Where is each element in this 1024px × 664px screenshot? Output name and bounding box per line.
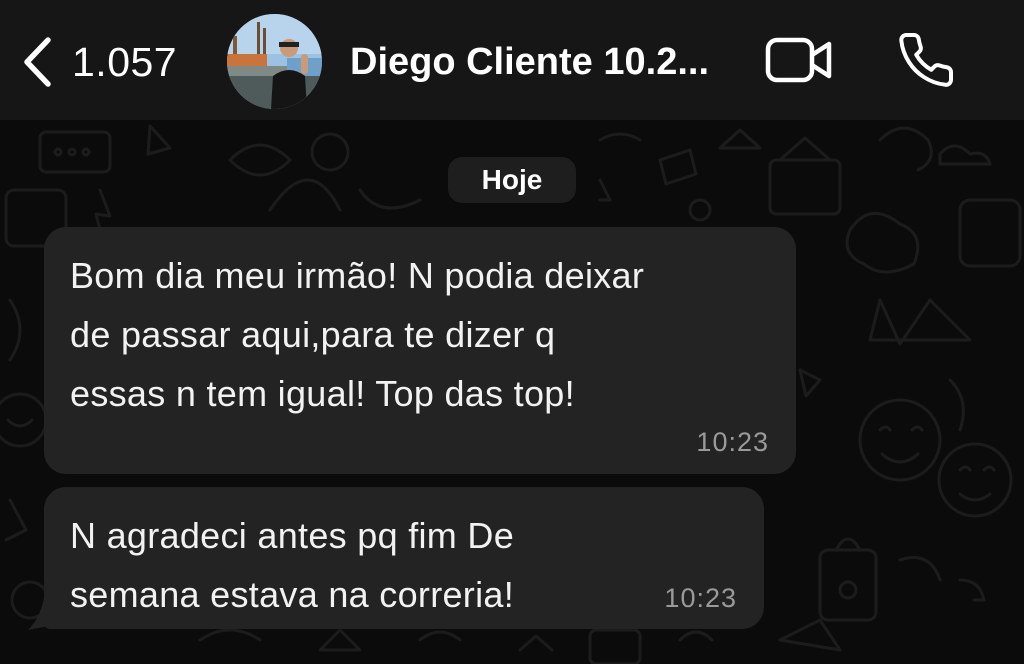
message-line: Bom dia meu irmão! N podia deixar <box>70 255 645 296</box>
message-line: N agradeci antes pq fim De <box>70 515 515 556</box>
chat-header: 1.057 Diego Cliente 10.2... <box>0 0 1024 120</box>
message-line: essas n tem igual! Top das top! <box>70 373 575 414</box>
message-line: semana estava na correria! <box>70 574 515 615</box>
chevron-left-icon <box>24 37 51 87</box>
message-bubble-incoming[interactable]: Bom dia meu irmão! N podia deixar de pas… <box>44 227 796 474</box>
message-text: Bom dia meu irmão! N podia deixar de pas… <box>70 246 780 423</box>
message-text: N agradeci antes pq fim De semana estava… <box>70 506 630 624</box>
message-timestamp: 10:23 <box>696 427 769 457</box>
avatar[interactable] <box>227 14 322 109</box>
bubble-tail <box>28 598 50 630</box>
message-line: de passar aqui,para te dizer q <box>70 314 556 355</box>
video-call-button[interactable] <box>764 36 834 89</box>
unread-count: 1.057 <box>72 38 178 85</box>
message-timestamp: 10:23 <box>664 583 737 613</box>
date-separator: Hoje <box>448 157 576 203</box>
video-camera-icon <box>765 37 832 83</box>
back-button[interactable]: 1.057 <box>22 34 177 90</box>
chat-area[interactable]: Hoje Bom dia meu irmão! N podia deixar d… <box>0 120 1024 664</box>
voice-call-button[interactable] <box>896 30 956 95</box>
message-bubble-incoming[interactable]: N agradeci antes pq fim De semana estava… <box>44 487 764 629</box>
phone-icon <box>899 33 954 87</box>
contact-name[interactable]: Diego Cliente 10.2... <box>350 36 750 88</box>
